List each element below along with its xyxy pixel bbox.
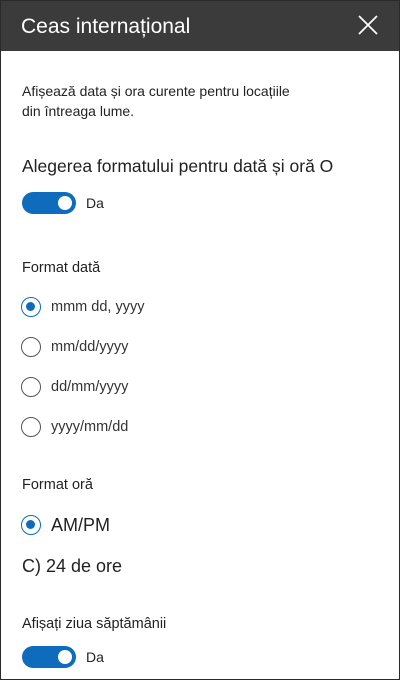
weekday-label: Afișați ziua săptămânii <box>22 616 167 632</box>
weekday-toggle-label: Da <box>86 649 104 665</box>
date-format-option-yyyy-mm-dd[interactable]: yyyy/mm/dd <box>21 415 128 439</box>
format-toggle[interactable] <box>22 192 76 214</box>
format-toggle-label: Da <box>86 195 104 211</box>
weekday-toggle[interactable] <box>22 646 76 668</box>
radio-button[interactable] <box>21 417 41 437</box>
time-format-option-24h[interactable]: C) 24 de ore <box>22 554 122 578</box>
date-format-option-mm-dd-yyyy[interactable]: mm/dd/yyyy <box>21 335 128 359</box>
description-line-2: din întreaga lume. <box>22 103 135 119</box>
radio-label: dd/mm/yyyy <box>51 379 129 395</box>
radio-label: mm/dd/yyyy <box>51 339 129 355</box>
radio-button[interactable] <box>21 377 41 397</box>
panel-header: Ceas internațional <box>1 1 399 51</box>
radio-button-checked[interactable] <box>21 297 41 317</box>
weekday-toggle-knob <box>58 650 72 664</box>
format-section-heading: Alegerea formatului pentru dată și oră O <box>22 156 334 176</box>
close-button[interactable] <box>351 9 385 43</box>
weekday-toggle-row: Da <box>22 646 104 668</box>
close-icon <box>358 15 378 35</box>
description-line-1: Afișează data și ora curente pentru loca… <box>22 83 290 99</box>
radio-label: mmm dd, yyyy <box>51 299 145 315</box>
time-format-label: Format oră <box>22 477 93 493</box>
radio-label: AM/PM <box>51 514 111 535</box>
radio-label: yyyy/mm/dd <box>51 419 129 435</box>
format-toggle-row: Da <box>22 192 104 214</box>
date-format-label: Format dată <box>22 260 101 276</box>
panel-description: Afișează data și ora curente pentru loca… <box>22 81 372 121</box>
settings-panel: Ceas internațional Afișează data și ora … <box>0 0 400 680</box>
radio-button-checked[interactable] <box>21 515 41 535</box>
panel-title: Ceas internațional <box>21 15 191 38</box>
date-format-option-dd-mm-yyyy[interactable]: dd/mm/yyyy <box>21 375 128 399</box>
time-format-option-ampm[interactable]: AM/PM <box>21 513 110 537</box>
date-format-option-mmm-dd-yyyy[interactable]: mmm dd, yyyy <box>21 295 144 319</box>
radio-button[interactable] <box>21 337 41 357</box>
format-toggle-knob <box>58 196 72 210</box>
